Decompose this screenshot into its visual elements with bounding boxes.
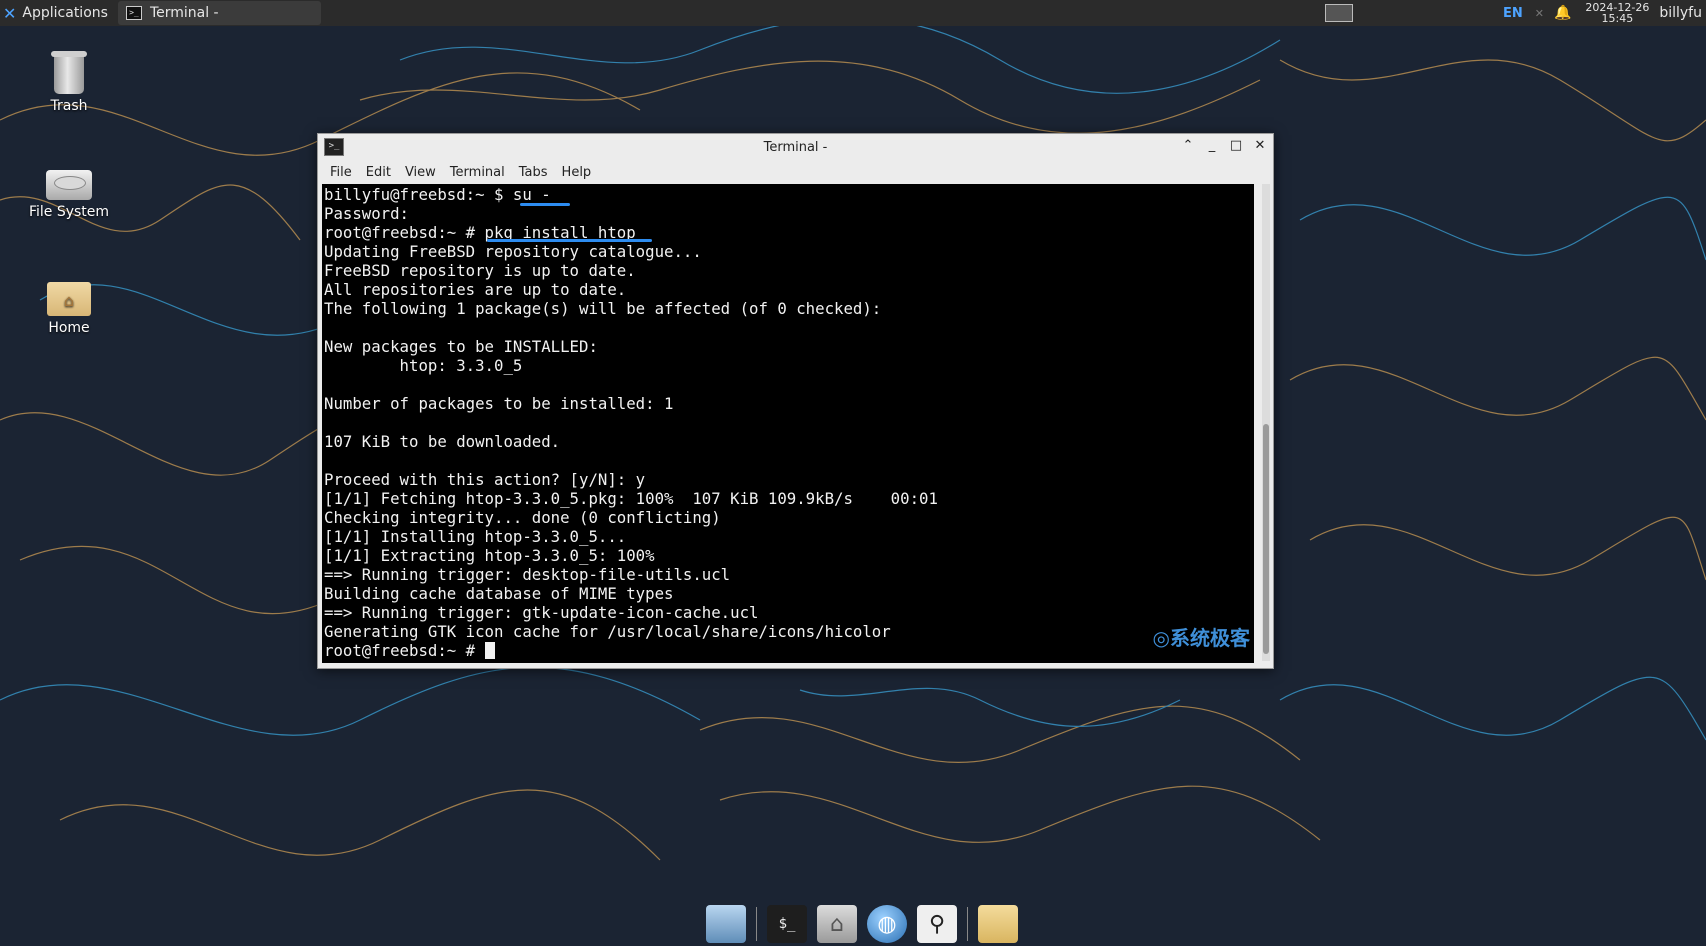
highlight-underline [520,203,570,206]
applications-label: Applications [22,5,108,21]
dock-separator [967,907,968,941]
terminal-line: ==> Running trigger: desktop-file-utils.… [324,565,731,584]
menu-terminal[interactable]: Terminal [444,163,511,182]
top-panel: ✕ Applications >_ Terminal - EN ✕ 🔔 2024… [0,0,1706,26]
workspace-switcher[interactable] [1324,4,1353,22]
terminal-line: ==> Running trigger: gtk-update-icon-cac… [324,603,759,622]
text-cursor [484,642,495,659]
terminal-output[interactable]: billyfu@freebsd:~ $ su - Password: root@… [322,184,1254,663]
user-menu[interactable]: billyfu [1659,5,1702,21]
show-desktop-icon[interactable] [706,905,746,943]
xfce-logo-icon: ✕ [3,3,17,23]
highlight-underline [487,239,652,242]
desktop-trash-label: Trash [50,98,88,114]
menu-edit[interactable]: Edit [360,163,397,182]
terminal-line: FreeBSD repository is up to date. [324,261,636,280]
terminal-line: Proceed with this action? [y/N]: y [324,470,646,489]
dock: $_ ⌂ ◍ ⚲ [700,902,1024,946]
terminal-text: billyfu@freebsd:~ $ su - Password: root@… [324,185,938,660]
terminal-line: Password: [324,204,410,223]
clock-time: 15:45 [1601,12,1634,25]
terminal-line: htop: 3.3.0_5 [324,356,523,375]
desktop-home-label: Home [48,320,90,336]
menu-file[interactable]: File [324,163,358,182]
terminal-line: billyfu@freebsd:~ $ su - [324,185,551,204]
terminal-line: New packages to be INSTALLED: [324,337,598,356]
panel-clock[interactable]: 2024-12-26 15:45 [1585,2,1649,24]
window-titlebar[interactable]: >_ Terminal - ⌃ _ □ ✕ [318,134,1273,160]
desktop-home[interactable]: ⌂ Home [14,282,124,336]
dock-separator [756,907,757,941]
home-folder-icon: ⌂ [47,282,91,316]
desktop-trash[interactable]: Trash [14,51,124,114]
terminal-line: Building cache database of MIME types [324,584,674,603]
taskbar-terminal-label: Terminal - [149,5,219,21]
menu-help[interactable]: Help [556,163,598,182]
terminal-window: >_ Terminal - ⌃ _ □ ✕ File Edit View Ter… [317,133,1274,669]
terminal-line: 107 KiB to be downloaded. [324,432,561,451]
terminal-icon[interactable]: >_ [324,138,344,156]
watermark-logo-icon: ◎ [1152,626,1170,650]
close-icon[interactable]: ✕ [1251,137,1269,155]
terminal-icon[interactable]: $_ [767,905,807,943]
terminal-scrollbar[interactable] [1262,184,1270,661]
terminal-icon: >_ [125,6,142,20]
web-browser-icon[interactable]: ◍ [867,905,907,943]
terminal-line: All repositories are up to date. [324,280,627,299]
file-manager-icon[interactable] [978,905,1018,943]
watermark-text: 系统极客 [1170,626,1250,650]
search-icon[interactable]: ⚲ [917,905,957,943]
terminal-line: [1/1] Extracting htop-3.3.0_5: 100% [324,546,655,565]
maximize-icon[interactable]: □ [1227,137,1245,155]
window-controls: ⌃ _ □ ✕ [1179,137,1269,155]
applications-menu[interactable]: ✕ Applications [0,0,114,26]
terminal-line: Number of packages to be installed: 1 [324,394,674,413]
scrollbar-thumb[interactable] [1263,424,1269,654]
terminal-line: The following 1 package(s) will be affec… [324,299,882,318]
shade-icon[interactable]: ⌃ [1179,137,1197,155]
menu-view[interactable]: View [399,163,442,182]
desktop-filesystem[interactable]: File System [14,170,124,220]
keyboard-layout-indicator[interactable]: EN [1503,6,1523,21]
menu-tabs[interactable]: Tabs [513,163,554,182]
menubar: File Edit View Terminal Tabs Help [318,160,1273,184]
minimize-icon[interactable]: _ [1203,137,1221,155]
desktop-filesystem-label: File System [28,204,110,220]
terminal-line: [1/1] Installing htop-3.3.0_5... [324,527,627,546]
terminal-line: Checking integrity... done (0 conflictin… [324,508,721,527]
notification-bell-icon[interactable]: 🔔 [1554,5,1571,21]
desktop: ✕ Applications >_ Terminal - EN ✕ 🔔 2024… [0,0,1706,946]
terminal-line: [1/1] Fetching htop-3.3.0_5.pkg: 100% 10… [324,489,938,508]
terminal-line: Generating GTK icon cache for /usr/local… [324,622,891,641]
close-icon[interactable]: ✕ [1535,7,1544,20]
window-title: Terminal - [763,139,828,155]
watermark: ◎系统极客 [1153,622,1250,651]
terminal-line: Updating FreeBSD repository catalogue... [324,242,702,261]
trash-icon [51,51,87,94]
hard-disk-icon [46,170,92,200]
taskbar-terminal[interactable]: >_ Terminal - [117,1,321,25]
terminal-prompt: root@freebsd:~ # [324,641,485,660]
home-folder-icon[interactable]: ⌂ [817,905,857,943]
